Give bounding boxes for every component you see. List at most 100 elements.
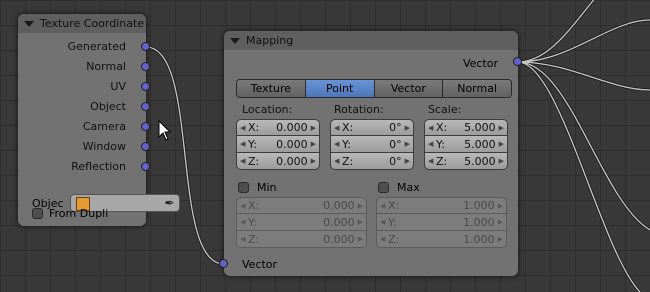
rotation-x-value: 0° xyxy=(389,121,402,134)
max-toggle[interactable]: Max xyxy=(378,181,420,194)
decrement-arrow-icon[interactable]: ◀ xyxy=(334,157,342,165)
axis-label: X: xyxy=(248,199,260,212)
axis-label: X: xyxy=(248,121,260,134)
increment-arrow-icon[interactable]: ▶ xyxy=(405,124,410,132)
decrement-arrow-icon[interactable]: ◀ xyxy=(334,140,342,148)
axis-label: Y: xyxy=(342,137,351,151)
tab-texture[interactable]: Texture xyxy=(237,80,306,97)
scale-x-value: 5.000 xyxy=(464,121,496,134)
scale-x-field[interactable]: ◀ X: 5.000 ▶ xyxy=(424,119,508,136)
axis-label: X: xyxy=(436,121,448,134)
increment-arrow-icon: ▶ xyxy=(497,235,503,243)
mapping-title: Mapping xyxy=(246,34,294,47)
min-z-value: 0.000 xyxy=(323,232,355,246)
mouse-cursor-icon xyxy=(158,120,172,141)
location-x-value: 0.000 xyxy=(276,121,308,134)
decrement-arrow-icon[interactable]: ◀ xyxy=(240,124,248,132)
texture-coordinate-header[interactable]: Texture Coordinate xyxy=(18,14,146,33)
socket-mapping-input-vector[interactable] xyxy=(219,259,228,268)
location-z-field[interactable]: ◀ Z: 0.000 ▶ xyxy=(236,153,320,170)
socket-normal[interactable] xyxy=(141,62,150,71)
scale-z-field[interactable]: ◀ Z: 5.000 ▶ xyxy=(424,153,508,170)
max-z-field: ◀ Z: 1.000 ▶ xyxy=(376,231,507,248)
decrement-arrow-icon[interactable]: ◀ xyxy=(428,157,436,165)
tab-point[interactable]: Point xyxy=(305,80,375,97)
increment-arrow-icon: ▶ xyxy=(357,201,363,210)
increment-arrow-icon[interactable]: ▶ xyxy=(311,124,316,132)
location-label: Location: xyxy=(242,103,293,116)
eyedropper-icon[interactable]: ✒ xyxy=(164,196,174,210)
max-label: Max xyxy=(397,181,420,194)
increment-arrow-icon: ▶ xyxy=(357,235,363,243)
tab-vector[interactable]: Vector xyxy=(374,80,444,97)
increment-arrow-icon[interactable]: ▶ xyxy=(311,140,316,148)
mapping-node[interactable]: Mapping Vector Texture Point Vector Norm… xyxy=(224,31,518,276)
mapping-header[interactable]: Mapping xyxy=(224,31,518,50)
axis-label: Z: xyxy=(436,154,448,168)
socket-object[interactable] xyxy=(141,102,150,111)
increment-arrow-icon[interactable]: ▶ xyxy=(405,140,410,148)
socket-reflection[interactable] xyxy=(141,162,150,171)
increment-arrow-icon[interactable]: ▶ xyxy=(311,157,316,165)
scale-y-value: 5.000 xyxy=(464,137,496,151)
min-checkbox[interactable] xyxy=(238,182,249,193)
axis-label: Z: xyxy=(248,232,260,246)
decrement-arrow-icon: ◀ xyxy=(380,235,386,243)
decrement-arrow-icon: ◀ xyxy=(380,201,386,210)
decrement-arrow-icon: ◀ xyxy=(240,235,246,243)
output-camera-label: Camera xyxy=(82,120,126,133)
collapse-triangle-icon[interactable] xyxy=(230,37,240,44)
max-y-value: 1.000 xyxy=(463,215,495,229)
output-object-label: Object xyxy=(90,100,126,113)
axis-label: X: xyxy=(388,199,400,212)
rotation-y-value: 0° xyxy=(389,137,402,151)
socket-mapping-output-vector[interactable] xyxy=(513,57,522,66)
increment-arrow-icon[interactable]: ▶ xyxy=(499,124,504,132)
socket-camera[interactable] xyxy=(141,122,150,131)
output-window-label: Window xyxy=(82,140,126,153)
scale-z-value: 5.000 xyxy=(464,154,496,168)
increment-arrow-icon: ▶ xyxy=(357,218,363,226)
rotation-x-field[interactable]: ◀ X: 0° ▶ xyxy=(330,119,414,136)
collapse-triangle-icon[interactable] xyxy=(24,20,34,27)
decrement-arrow-icon[interactable]: ◀ xyxy=(428,140,436,148)
max-checkbox[interactable] xyxy=(378,182,389,193)
axis-label: Z: xyxy=(342,154,354,168)
location-x-field[interactable]: ◀ X: 0.000 ▶ xyxy=(236,119,320,136)
output-generated-label: Generated xyxy=(67,40,126,53)
from-dupli-row[interactable]: From Dupli xyxy=(32,207,108,220)
from-dupli-label: From Dupli xyxy=(49,207,109,220)
decrement-arrow-icon[interactable]: ◀ xyxy=(240,140,248,148)
min-y-value: 0.000 xyxy=(323,215,355,229)
from-dupli-checkbox[interactable] xyxy=(32,208,43,219)
axis-label: Y: xyxy=(248,137,257,151)
socket-generated[interactable] xyxy=(141,42,150,51)
min-label: Min xyxy=(257,181,277,194)
min-y-field: ◀ Y: 0.000 ▶ xyxy=(236,214,367,231)
rotation-label: Rotation: xyxy=(334,103,384,116)
rotation-z-field[interactable]: ◀ Z: 0° ▶ xyxy=(330,153,414,170)
max-x-value: 1.000 xyxy=(463,199,495,212)
increment-arrow-icon[interactable]: ▶ xyxy=(499,157,504,165)
socket-window[interactable] xyxy=(141,142,150,151)
min-x-field: ◀ X: 0.000 ▶ xyxy=(236,197,367,214)
max-y-field: ◀ Y: 1.000 ▶ xyxy=(376,214,507,231)
tab-normal[interactable]: Normal xyxy=(443,80,511,97)
texture-coordinate-title: Texture Coordinate xyxy=(40,17,145,30)
decrement-arrow-icon[interactable]: ◀ xyxy=(240,157,248,165)
rotation-y-field[interactable]: ◀ Y: 0° ▶ xyxy=(330,136,414,153)
decrement-arrow-icon[interactable]: ◀ xyxy=(334,124,342,132)
socket-uv[interactable] xyxy=(141,82,150,91)
min-z-field: ◀ Z: 0.000 ▶ xyxy=(236,231,367,248)
vector-type-tabs: Texture Point Vector Normal xyxy=(236,79,512,98)
location-y-field[interactable]: ◀ Y: 0.000 ▶ xyxy=(236,136,320,153)
axis-label: Y: xyxy=(248,215,257,229)
min-toggle[interactable]: Min xyxy=(238,181,277,194)
decrement-arrow-icon: ◀ xyxy=(240,201,246,210)
decrement-arrow-icon[interactable]: ◀ xyxy=(428,124,436,132)
output-normal-label: Normal xyxy=(86,60,126,73)
increment-arrow-icon[interactable]: ▶ xyxy=(499,140,504,148)
texture-coordinate-node[interactable]: Texture Coordinate Generated Normal UV O… xyxy=(18,14,180,226)
scale-y-field[interactable]: ◀ Y: 5.000 ▶ xyxy=(424,136,508,153)
increment-arrow-icon[interactable]: ▶ xyxy=(405,157,410,165)
